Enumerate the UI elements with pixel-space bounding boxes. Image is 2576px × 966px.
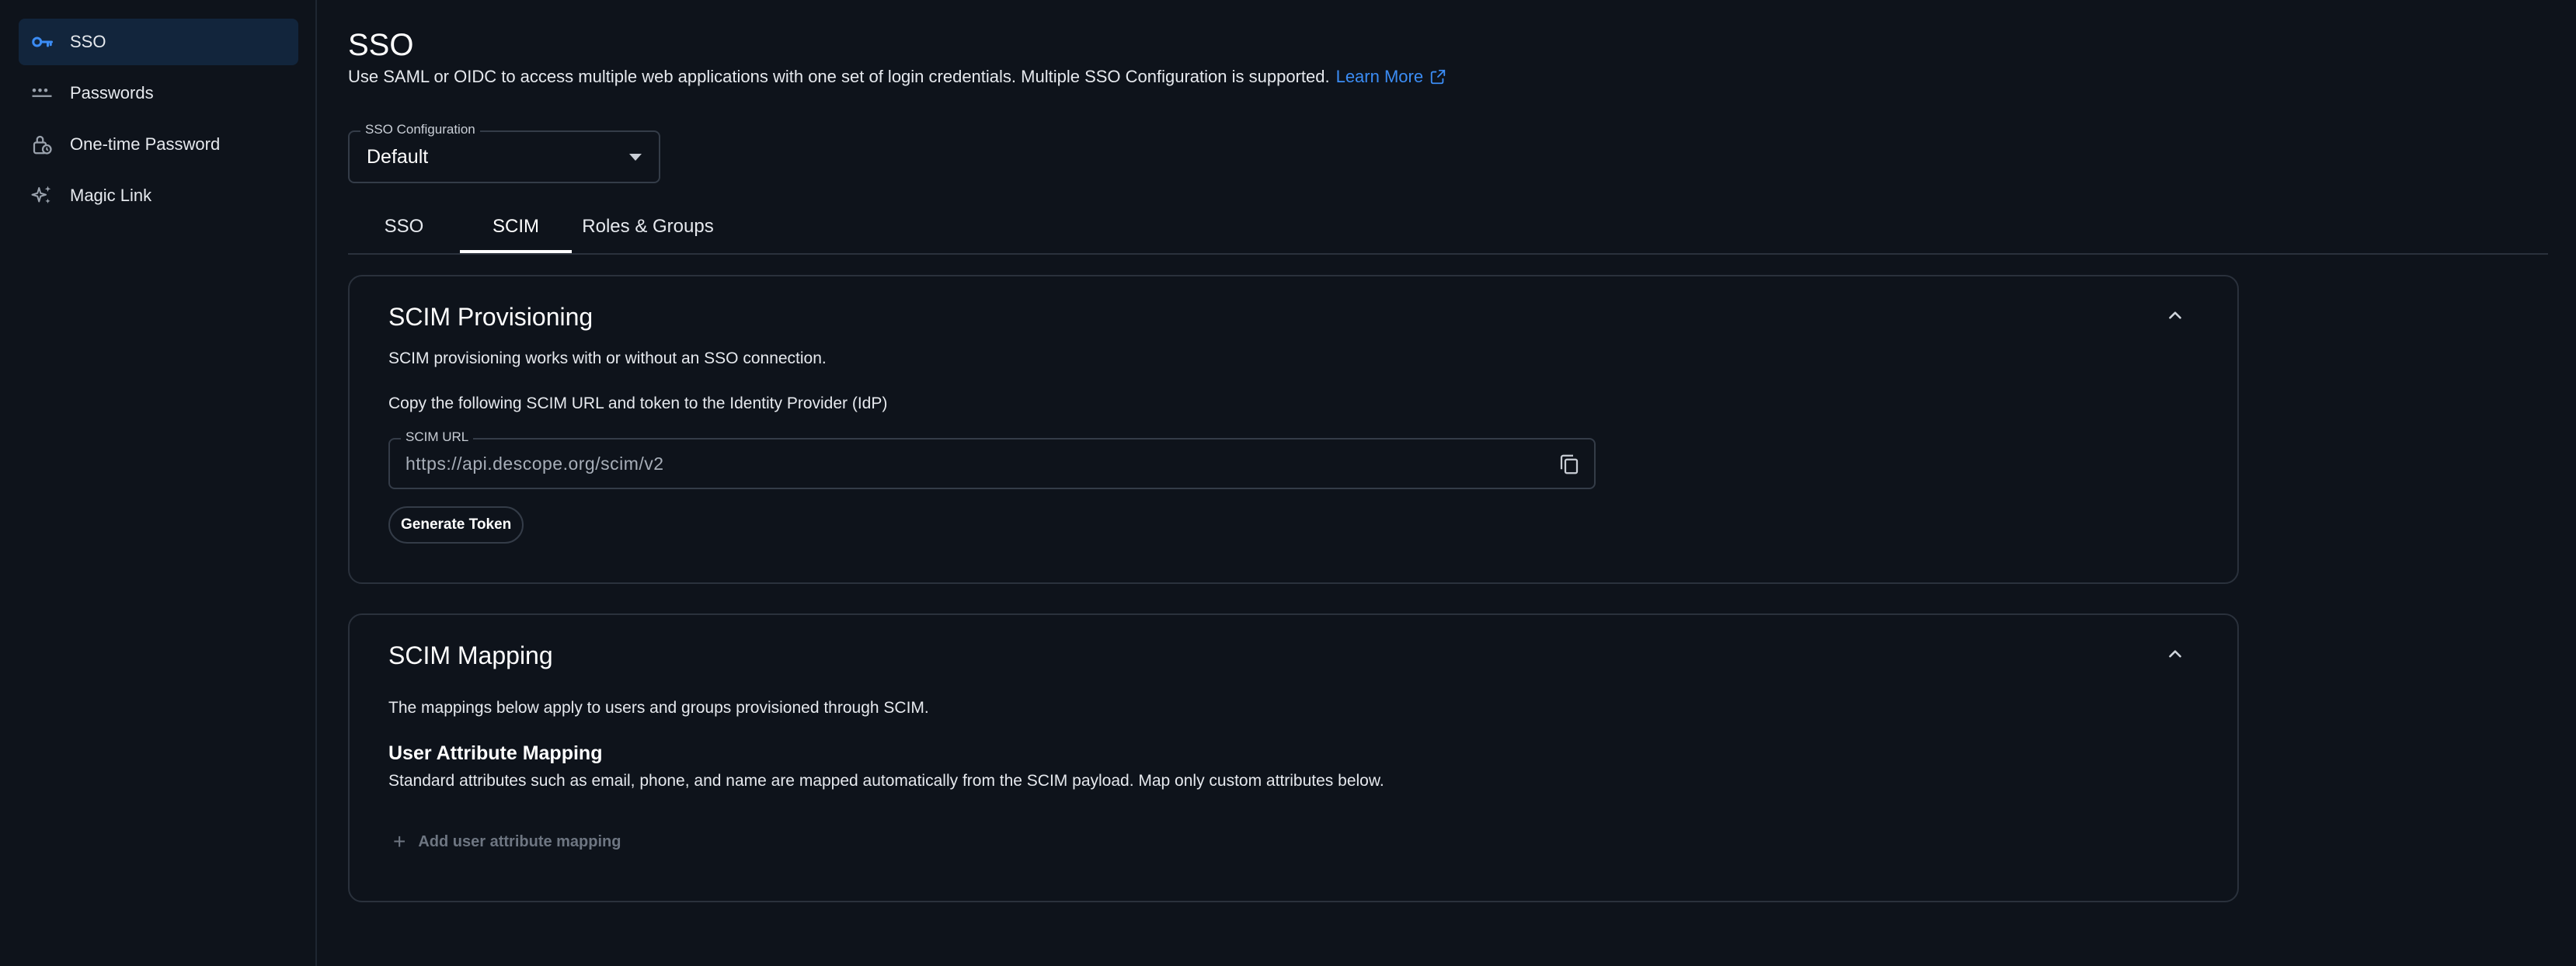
scim-mapping-card: SCIM Mapping The mappings below apply to…: [348, 613, 2239, 902]
active-tab-indicator: [460, 250, 572, 253]
page-title: SSO: [348, 28, 414, 62]
scim-url-value: https://api.descope.org/scim/v2: [406, 453, 664, 474]
collapse-mapping-button[interactable]: [2161, 640, 2189, 668]
add-user-attribute-mapping-button[interactable]: + Add user attribute mapping: [393, 829, 621, 854]
sidebar-item-label: Magic Link: [70, 186, 152, 205]
plus-icon: +: [393, 829, 406, 853]
copy-icon: [1560, 454, 1579, 474]
sidebar-item-label: SSO: [70, 32, 106, 51]
sidebar: SSO Passwords One-time Password Magic Li…: [0, 0, 317, 966]
generate-token-button[interactable]: Generate Token: [388, 506, 524, 544]
caret-down-icon: [629, 154, 642, 161]
scim-mapping-description: The mappings below apply to users and gr…: [388, 699, 929, 717]
scim-mapping-title: SCIM Mapping: [388, 641, 553, 669]
sso-configuration-label: SSO Configuration: [360, 122, 480, 137]
sidebar-item-label: Passwords: [70, 83, 154, 103]
sso-configuration-value: Default: [367, 146, 429, 168]
copy-url-button[interactable]: [1555, 450, 1583, 478]
main-content: SSO Use SAML or OIDC to access multiple …: [348, 0, 2576, 966]
key-icon: [30, 30, 54, 54]
scim-url-field[interactable]: SCIM URL https://api.descope.org/scim/v2: [388, 429, 1596, 489]
lock-clock-icon: [30, 132, 54, 157]
user-attribute-mapping-title: User Attribute Mapping: [388, 742, 603, 764]
scim-provisioning-description: SCIM provisioning works with or without …: [388, 349, 827, 367]
learn-more-label: Learn More: [1335, 67, 1424, 86]
tab-sso[interactable]: SSO: [348, 200, 460, 253]
app-root: SSO Passwords One-time Password Magic Li…: [0, 0, 2576, 966]
password-dots-icon: [30, 81, 54, 106]
add-user-attribute-mapping-label: Add user attribute mapping: [418, 832, 621, 850]
tab-scim[interactable]: SCIM: [460, 200, 572, 253]
user-attribute-mapping-description: Standard attributes such as email, phone…: [388, 772, 1384, 790]
scim-url-label: SCIM URL: [401, 429, 474, 445]
sidebar-item-sso[interactable]: SSO: [19, 19, 298, 65]
sparkles-icon: [30, 183, 54, 208]
collapse-provisioning-button[interactable]: [2161, 301, 2189, 329]
page-description-text: Use SAML or OIDC to access multiple web …: [348, 67, 1330, 86]
sidebar-item-one-time-password[interactable]: One-time Password: [19, 121, 298, 168]
scim-provisioning-instruction: Copy the following SCIM URL and token to…: [388, 394, 888, 412]
chevron-up-icon: [2169, 311, 2181, 319]
sidebar-item-label: One-time Password: [70, 134, 221, 154]
tab-bar: SSO SCIM Roles & Groups: [348, 200, 2548, 255]
learn-more-link[interactable]: Learn More: [1336, 67, 1447, 87]
scim-provisioning-card: SCIM Provisioning SCIM provisioning work…: [348, 275, 2239, 584]
sidebar-item-passwords[interactable]: Passwords: [19, 70, 298, 116]
scim-provisioning-title: SCIM Provisioning: [388, 303, 594, 331]
external-link-icon: [1430, 69, 1446, 85]
page-description: Use SAML or OIDC to access multiple web …: [348, 67, 1446, 87]
sidebar-item-magic-link[interactable]: Magic Link: [19, 172, 298, 219]
sso-configuration-select[interactable]: SSO Configuration Default: [348, 122, 660, 183]
chevron-up-icon: [2169, 650, 2181, 658]
tab-roles-groups[interactable]: Roles & Groups: [572, 200, 724, 253]
